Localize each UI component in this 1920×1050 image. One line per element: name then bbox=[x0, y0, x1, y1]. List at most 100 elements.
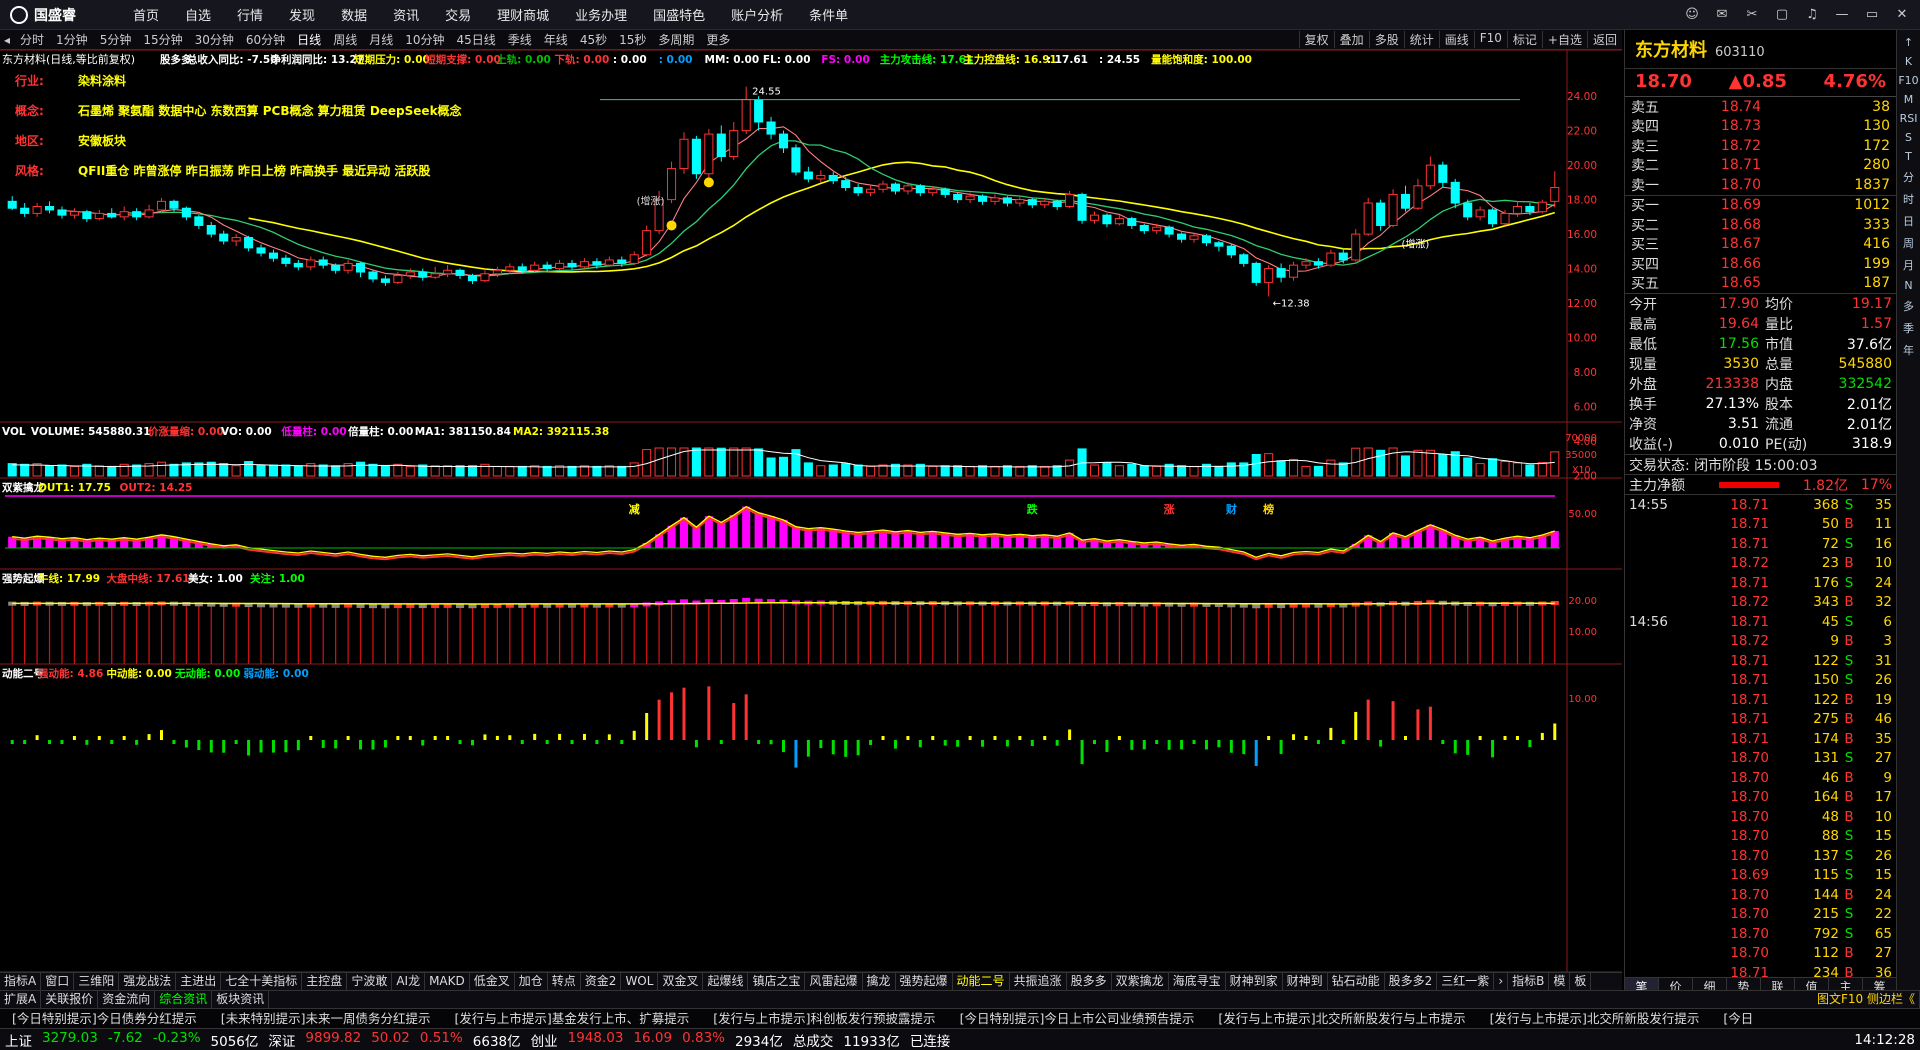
menu-item-4[interactable]: 数据 bbox=[328, 5, 380, 24]
indicator-tab-23[interactable]: 股多多 bbox=[1067, 973, 1112, 990]
indicator-tab-15[interactable]: 双金叉 bbox=[658, 973, 704, 990]
indicator-tab-18[interactable]: 风雷起爆 bbox=[805, 973, 863, 990]
indicator-tab-16[interactable]: 起爆线 bbox=[703, 973, 749, 990]
indicator-tab-19[interactable]: 擒龙 bbox=[863, 973, 896, 990]
news-item-3[interactable]: [发行与上市提示]科创板发行预披露提示 bbox=[701, 1009, 947, 1028]
indicator-tab-17[interactable]: 镇店之宝 bbox=[748, 973, 806, 990]
menu-item-9[interactable]: 国盛特色 bbox=[640, 5, 718, 24]
indicator-tab-28[interactable]: 钻石动能 bbox=[1328, 973, 1385, 990]
indicator-tab-6[interactable]: 主控盘 bbox=[302, 973, 348, 990]
settings-icon[interactable]: ▢ bbox=[1772, 5, 1792, 25]
indicator-tab-30[interactable]: 三红一紫 bbox=[1437, 973, 1495, 990]
mail-icon[interactable]: ✉ bbox=[1712, 5, 1732, 25]
menu-item-1[interactable]: 自选 bbox=[172, 5, 224, 24]
menu-item-11[interactable]: 条件单 bbox=[796, 5, 861, 24]
news-item-0[interactable]: [今日特别提示]今日债券分红提示 bbox=[0, 1009, 209, 1028]
menu-item-2[interactable]: 行情 bbox=[224, 5, 276, 24]
menu-item-5[interactable]: 资讯 bbox=[380, 5, 432, 24]
toolstrip-item-8[interactable]: 时 bbox=[1903, 191, 1914, 207]
chart-tool-8[interactable]: 返回 bbox=[1586, 31, 1622, 48]
indicator-tab-33[interactable]: 模 bbox=[1549, 973, 1571, 990]
indicator-tab-8[interactable]: AI龙 bbox=[392, 973, 426, 990]
indicator-tab-1[interactable]: 窗口 bbox=[41, 973, 75, 990]
indicator-tab-32[interactable]: 指标B bbox=[1508, 973, 1550, 990]
period-menu-icon[interactable]: ◂ bbox=[0, 33, 14, 47]
toolstrip-item-0[interactable]: ↑ bbox=[1904, 36, 1913, 49]
toolstrip-item-5[interactable]: S bbox=[1905, 131, 1912, 144]
indicator-tab-20[interactable]: 强势起爆 bbox=[896, 973, 953, 990]
menu-item-0[interactable]: 首页 bbox=[120, 5, 172, 24]
toolstrip-item-2[interactable]: F10 bbox=[1898, 74, 1918, 87]
indicator-tab-27[interactable]: 财神到 bbox=[1283, 973, 1328, 990]
indicator-tab-9[interactable]: MAKD bbox=[425, 973, 470, 990]
indicator-tab-12[interactable]: 转点 bbox=[548, 973, 581, 990]
menu-item-8[interactable]: 业务办理 bbox=[562, 5, 640, 24]
period-tab-0[interactable]: 分时 bbox=[14, 31, 50, 48]
maximize-icon[interactable]: ▭ bbox=[1862, 5, 1882, 25]
bottom-tab-2[interactable]: 资金流向 bbox=[98, 991, 156, 1008]
period-tab-4[interactable]: 30分钟 bbox=[189, 31, 240, 48]
bottom-tab-3[interactable]: 综合资讯 bbox=[155, 991, 213, 1008]
bottom-tab-4[interactable]: 板块资讯 bbox=[212, 991, 270, 1008]
period-tab-7[interactable]: 周线 bbox=[327, 31, 363, 48]
chart-tool-4[interactable]: 画线 bbox=[1438, 31, 1474, 48]
indicator-tab-29[interactable]: 股多多2 bbox=[1385, 973, 1438, 990]
bottom-right-links[interactable]: 图文F10 侧边栏《 bbox=[1813, 991, 1920, 1008]
menu-item-6[interactable]: 交易 bbox=[432, 5, 484, 24]
toolstrip-item-7[interactable]: 分 bbox=[1903, 169, 1914, 185]
indicator-tab-13[interactable]: 资金2 bbox=[581, 973, 622, 990]
period-tab-9[interactable]: 10分钟 bbox=[399, 31, 450, 48]
indicator-tab-22[interactable]: 共振追涨 bbox=[1010, 973, 1067, 990]
period-tab-10[interactable]: 45日线 bbox=[451, 31, 502, 48]
period-tab-11[interactable]: 季线 bbox=[502, 31, 538, 48]
indicator-tab-3[interactable]: 强龙战法 bbox=[119, 973, 177, 990]
period-tab-16[interactable]: 更多 bbox=[700, 31, 736, 48]
chart-tool-1[interactable]: 叠加 bbox=[1333, 31, 1369, 48]
indicator-tab-24[interactable]: 双紫擒龙 bbox=[1112, 973, 1169, 990]
indicator-tab-21[interactable]: 动能二号 bbox=[953, 973, 1010, 990]
indicator-tab-11[interactable]: 加仓 bbox=[515, 973, 548, 990]
toolstrip-item-10[interactable]: 周 bbox=[1903, 235, 1914, 251]
chart-tool-7[interactable]: +自选 bbox=[1541, 31, 1587, 48]
period-tab-6[interactable]: 日线 bbox=[291, 31, 327, 48]
bell-icon[interactable]: ♫ bbox=[1802, 5, 1822, 25]
period-tab-12[interactable]: 年线 bbox=[538, 31, 574, 48]
news-item-5[interactable]: [发行与上市提示]北交所新股发行与上市提示 bbox=[1206, 1009, 1477, 1028]
news-item-6[interactable]: [发行与上市提示]北交所新股发行提示 bbox=[1478, 1009, 1712, 1028]
toolstrip-item-6[interactable]: T bbox=[1905, 150, 1912, 163]
tools-icon[interactable]: ✂ bbox=[1742, 5, 1762, 25]
toolstrip-item-13[interactable]: 多 bbox=[1903, 298, 1914, 314]
news-item-2[interactable]: [发行与上市提示]基金发行上市、扩募提示 bbox=[443, 1009, 702, 1028]
message-icon[interactable]: ☺ bbox=[1682, 5, 1702, 25]
news-item-7[interactable]: [今日 bbox=[1711, 1009, 1765, 1028]
toolstrip-item-1[interactable]: K bbox=[1905, 55, 1912, 68]
chart-tool-3[interactable]: 统计 bbox=[1403, 31, 1439, 48]
period-tab-3[interactable]: 15分钟 bbox=[137, 31, 188, 48]
tick-list[interactable]: 14:55 18.71 368 S 35 18.71 50 B 11 18.71 72 S 16 18.7… bbox=[1625, 495, 1896, 995]
kline-chart[interactable]: 东方材料(日线,等比前复权) 股多多 总收入同比: -7.50净利润同比: 13.2… bbox=[0, 50, 1622, 995]
toolstrip-item-11[interactable]: 月 bbox=[1903, 257, 1914, 273]
toolstrip-item-4[interactable]: RSI bbox=[1900, 112, 1918, 125]
period-tab-8[interactable]: 月线 bbox=[363, 31, 399, 48]
bottom-tab-0[interactable]: 扩展A bbox=[0, 991, 42, 1008]
period-tab-15[interactable]: 多周期 bbox=[652, 31, 700, 48]
indicator-tab-25[interactable]: 海底寻宝 bbox=[1169, 973, 1226, 990]
indicator-tab-10[interactable]: 低金叉 bbox=[470, 973, 515, 990]
menu-item-3[interactable]: 发现 bbox=[276, 5, 328, 24]
period-tab-2[interactable]: 5分钟 bbox=[94, 31, 138, 48]
indicator-tab-7[interactable]: 宁波敢 bbox=[347, 973, 393, 990]
minimize-icon[interactable]: — bbox=[1832, 5, 1852, 25]
indicator-tab-4[interactable]: 主进出 bbox=[176, 973, 222, 990]
indicator-tab-34[interactable]: 板 bbox=[1570, 973, 1592, 990]
menu-item-7[interactable]: 理财商城 bbox=[484, 5, 562, 24]
chart-tool-5[interactable]: F10 bbox=[1473, 31, 1507, 48]
indicator-tab-5[interactable]: 七全十美指标 bbox=[221, 973, 303, 990]
toolstrip-item-15[interactable]: 年 bbox=[1903, 342, 1914, 358]
indicator-tab-31[interactable]: › bbox=[1494, 973, 1509, 990]
chart-tool-6[interactable]: 标记 bbox=[1506, 31, 1542, 48]
toolstrip-item-12[interactable]: N bbox=[1904, 279, 1912, 292]
period-tab-5[interactable]: 60分钟 bbox=[240, 31, 291, 48]
toolstrip-item-9[interactable]: 日 bbox=[1903, 213, 1914, 229]
toolstrip-item-3[interactable]: M bbox=[1904, 93, 1914, 106]
period-tab-13[interactable]: 45秒 bbox=[574, 31, 613, 48]
